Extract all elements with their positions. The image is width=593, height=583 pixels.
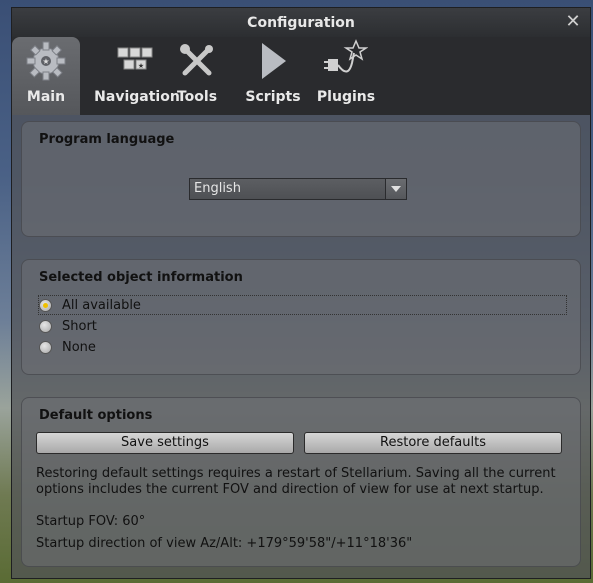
radio-label: None: [62, 339, 96, 355]
tab-plugins-label: Plugins: [316, 89, 376, 105]
object-info-heading: Selected object information: [39, 270, 243, 285]
default-options-heading: Default options: [39, 408, 153, 423]
tab-scripts[interactable]: Scripts: [240, 37, 306, 115]
program-language-heading: Program language: [39, 132, 175, 147]
startup-fov: Startup FOV: 60°: [36, 514, 146, 529]
save-settings-button[interactable]: Save settings: [36, 432, 294, 454]
radio-none[interactable]: None: [39, 338, 96, 356]
svg-text:★: ★: [138, 62, 144, 70]
tab-bar: ★ Main ★ Navigation Tools Scripts Plugin…: [12, 37, 590, 115]
tab-scripts-label: Scripts: [245, 89, 301, 105]
tab-navigation[interactable]: ★ Navigation: [92, 37, 182, 115]
title-bar[interactable]: Configuration ✕: [12, 8, 590, 37]
radio-label: Short: [62, 318, 97, 334]
radio-label: All available: [62, 297, 141, 313]
plug-star-icon: [324, 37, 368, 85]
default-options-panel: Default options Save settings Restore de…: [21, 397, 581, 567]
restart-note: Restoring default settings requires a re…: [36, 466, 556, 497]
tab-main-label: Main: [26, 89, 66, 105]
chevron-down-icon[interactable]: [385, 179, 406, 199]
tab-navigation-label: Navigation: [94, 89, 180, 105]
radio-all-available[interactable]: All available: [38, 295, 567, 315]
tab-plugins[interactable]: Plugins: [314, 37, 378, 115]
keyboard-icon: ★: [116, 37, 158, 85]
close-icon[interactable]: ✕: [564, 13, 582, 31]
object-info-panel: Selected object information All availabl…: [21, 259, 581, 375]
radio-button[interactable]: [39, 340, 52, 354]
tab-tools[interactable]: Tools: [174, 37, 220, 115]
wrench-screwdriver-icon: [177, 37, 217, 85]
svg-text:★: ★: [42, 57, 49, 66]
tab-main[interactable]: ★ Main: [12, 37, 80, 115]
radio-button[interactable]: [39, 298, 52, 312]
program-language-panel: Program language English: [21, 121, 581, 237]
restore-defaults-button[interactable]: Restore defaults: [304, 432, 562, 454]
language-select[interactable]: English: [189, 178, 407, 200]
radio-short[interactable]: Short: [39, 317, 97, 335]
configuration-window: Configuration ✕ ★ Main ★ Navigation Tool…: [11, 7, 591, 579]
play-icon: [258, 37, 288, 85]
radio-button[interactable]: [39, 319, 52, 333]
startup-direction: Startup direction of view Az/Alt: +179°5…: [36, 536, 413, 551]
window-title: Configuration: [247, 14, 355, 31]
gear-icon: ★: [24, 37, 68, 85]
tab-tools-label: Tools: [176, 89, 218, 105]
language-select-value: English: [194, 181, 241, 196]
